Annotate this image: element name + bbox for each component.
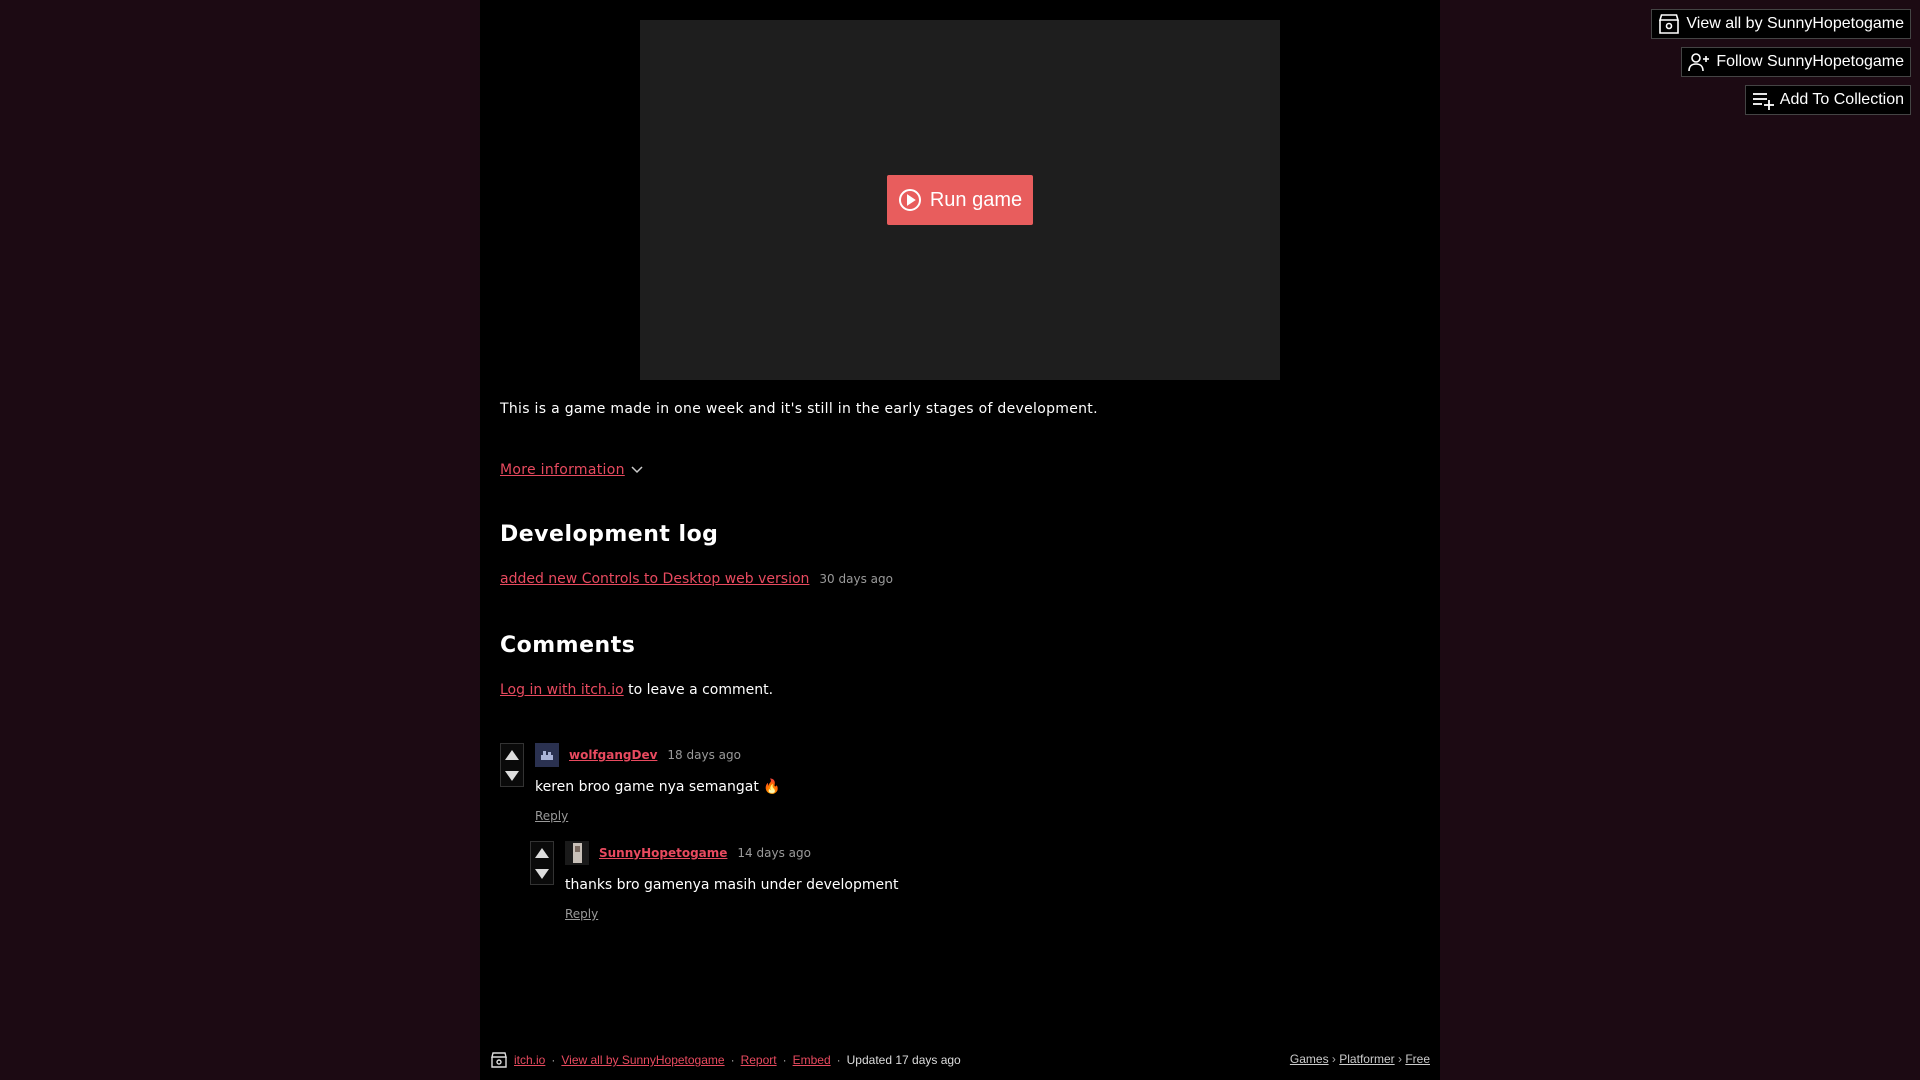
downvote-icon[interactable] (505, 770, 519, 781)
run-game-label: Run game (929, 188, 1023, 211)
breadcrumb-item[interactable]: Free (1405, 1052, 1430, 1066)
game-embed-frame: Run game (640, 20, 1280, 380)
itchio-logo-icon (1659, 14, 1680, 34)
game-page-column: Run game This is a game made in one week… (480, 0, 1440, 1080)
reply-link[interactable]: Reply (535, 809, 568, 823)
more-information-label: More information (500, 462, 625, 478)
game-description: This is a game made in one week and it's… (500, 401, 1098, 417)
comment-header: wolfgangDev 18 days ago (535, 743, 741, 767)
comments-heading: Comments (500, 633, 636, 658)
comment-author[interactable]: wolfgangDev (569, 748, 657, 762)
footer-report-link[interactable]: Report (741, 1053, 777, 1067)
footer-view-all-link[interactable]: View all by SunnyHopetogame (561, 1053, 724, 1067)
more-information-toggle[interactable]: More information (500, 462, 643, 478)
login-link[interactable]: Log in with itch.io (500, 682, 624, 698)
footer-updated: Updated 17 days ago (846, 1053, 961, 1067)
downvote-icon[interactable] (535, 868, 549, 879)
run-game-button[interactable]: Run game (887, 175, 1033, 225)
view-all-label: View all by SunnyHopetogame (1686, 15, 1904, 32)
comment-date: 18 days ago (667, 748, 741, 762)
reply-link[interactable]: Reply (565, 907, 598, 921)
footer-separator: · (836, 1053, 841, 1067)
footer-site-link[interactable]: itch.io (514, 1053, 545, 1067)
login-suffix: to leave a comment. (623, 682, 774, 698)
itchio-logo-icon[interactable] (490, 1052, 508, 1068)
avatar[interactable] (535, 743, 559, 767)
footer-embed-link[interactable]: Embed (793, 1053, 831, 1067)
breadcrumb: Games › Platformer › Free (1290, 1052, 1430, 1066)
play-circle-icon (898, 189, 921, 211)
add-user-icon (1688, 53, 1710, 72)
devlog-entry-link[interactable]: added new Controls to Desktop web versio… (500, 571, 809, 587)
add-collection-label: Add To Collection (1779, 91, 1904, 108)
comment-date: 14 days ago (737, 846, 811, 860)
follow-button[interactable]: Follow SunnyHopetogame (1681, 47, 1911, 77)
comment-body: thanks bro gamenya masih under developme… (565, 877, 899, 893)
follow-label: Follow SunnyHopetogame (1716, 53, 1904, 70)
footer-separator: · (730, 1053, 735, 1067)
breadcrumb-separator: › (1331, 1052, 1336, 1066)
comment-body: keren broo game nya semangat 🔥 (535, 779, 781, 795)
avatar[interactable] (565, 841, 589, 865)
add-to-collection-button[interactable]: Add To Collection (1744, 85, 1911, 115)
view-all-button[interactable]: View all by SunnyHopetogame (1651, 9, 1911, 39)
breadcrumb-item[interactable]: Platformer (1339, 1052, 1394, 1066)
footer-separator: · (782, 1053, 787, 1067)
footer-separator: · (551, 1053, 556, 1067)
login-prompt: Log in with itch.io to leave a comment. (500, 682, 773, 698)
breadcrumb-separator: › (1397, 1052, 1402, 1066)
devlog-heading: Development log (500, 522, 719, 547)
devlog-entry: added new Controls to Desktop web versio… (500, 571, 893, 587)
breadcrumb-item[interactable]: Games (1290, 1052, 1329, 1066)
chevron-down-icon (631, 466, 643, 474)
comment-header: SunnyHopetogame 14 days ago (565, 841, 811, 865)
vote-controls (500, 743, 524, 787)
vote-controls (530, 841, 554, 885)
comment-author[interactable]: SunnyHopetogame (599, 846, 727, 860)
devlog-entry-date: 30 days ago (819, 572, 893, 586)
upvote-icon[interactable] (505, 749, 519, 760)
footer: itch.io · View all by SunnyHopetogame · … (490, 1052, 961, 1068)
upvote-icon[interactable] (535, 847, 549, 858)
playlist-add-icon (1752, 93, 1774, 110)
